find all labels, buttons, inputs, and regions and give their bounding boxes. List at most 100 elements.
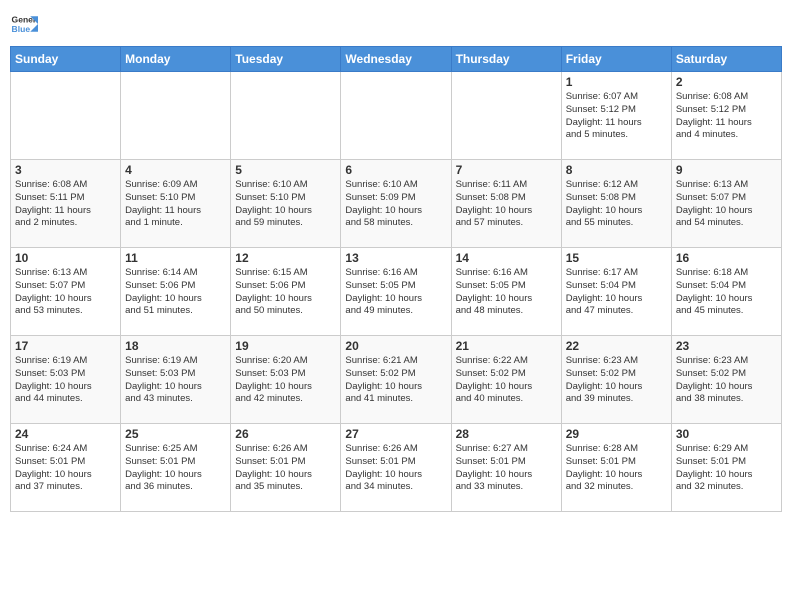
calendar-cell: 16 Sunrise: 6:18 AM Sunset: 5:04 PM Dayli… — [671, 248, 781, 336]
calendar-cell: 20 Sunrise: 6:21 AM Sunset: 5:02 PM Dayli… — [341, 336, 451, 424]
day-number: 18 — [125, 339, 226, 353]
calendar-table: SundayMondayTuesdayWednesdayThursdayFrid… — [10, 46, 782, 512]
day-info: Sunrise: 6:26 AM Sunset: 5:01 PM Dayligh… — [345, 443, 446, 494]
day-info: Sunrise: 6:14 AM Sunset: 5:06 PM Dayligh… — [125, 267, 226, 318]
day-number: 28 — [456, 427, 557, 441]
day-info: Sunrise: 6:28 AM Sunset: 5:01 PM Dayligh… — [566, 443, 667, 494]
day-info: Sunrise: 6:26 AM Sunset: 5:01 PM Dayligh… — [235, 443, 336, 494]
day-info: Sunrise: 6:16 AM Sunset: 5:05 PM Dayligh… — [456, 267, 557, 318]
calendar-cell: 4 Sunrise: 6:09 AM Sunset: 5:10 PM Daylig… — [121, 160, 231, 248]
day-info: Sunrise: 6:22 AM Sunset: 5:02 PM Dayligh… — [456, 355, 557, 406]
day-number: 16 — [676, 251, 777, 265]
day-number: 5 — [235, 163, 336, 177]
calendar-cell: 27 Sunrise: 6:26 AM Sunset: 5:01 PM Dayli… — [341, 424, 451, 512]
calendar-cell: 7 Sunrise: 6:11 AM Sunset: 5:08 PM Daylig… — [451, 160, 561, 248]
weekday-header-wednesday: Wednesday — [341, 47, 451, 72]
day-info: Sunrise: 6:08 AM Sunset: 5:12 PM Dayligh… — [676, 91, 777, 142]
day-info: Sunrise: 6:21 AM Sunset: 5:02 PM Dayligh… — [345, 355, 446, 406]
calendar-cell: 23Sunrise: 6:23 AM Sunset: 5:02 PM Dayli… — [671, 336, 781, 424]
calendar-body: 1 Sunrise: 6:07 AM Sunset: 5:12 PM Daylig… — [11, 72, 782, 512]
logo: General Blue — [10, 10, 38, 38]
weekday-header-thursday: Thursday — [451, 47, 561, 72]
day-number: 12 — [235, 251, 336, 265]
day-info: Sunrise: 6:12 AM Sunset: 5:08 PM Dayligh… — [566, 179, 667, 230]
day-info: Sunrise: 6:13 AM Sunset: 5:07 PM Dayligh… — [15, 267, 116, 318]
day-number: 4 — [125, 163, 226, 177]
calendar-cell: 30 Sunrise: 6:29 AM Sunset: 5:01 PM Dayli… — [671, 424, 781, 512]
day-number: 22 — [566, 339, 667, 353]
day-number: 20 — [345, 339, 446, 353]
calendar-week-1: 1 Sunrise: 6:07 AM Sunset: 5:12 PM Daylig… — [11, 72, 782, 160]
calendar-cell: 22 Sunrise: 6:23 AM Sunset: 5:02 PM Dayli… — [561, 336, 671, 424]
logo-icon: General Blue — [10, 10, 38, 38]
calendar-cell — [451, 72, 561, 160]
day-info: Sunrise: 6:27 AM Sunset: 5:01 PM Dayligh… — [456, 443, 557, 494]
day-number: 27 — [345, 427, 446, 441]
day-number: 9 — [676, 163, 777, 177]
calendar-cell: 28 Sunrise: 6:27 AM Sunset: 5:01 PM Dayli… — [451, 424, 561, 512]
weekday-header-saturday: Saturday — [671, 47, 781, 72]
day-number: 24 — [15, 427, 116, 441]
day-info: Sunrise: 6:18 AM Sunset: 5:04 PM Dayligh… — [676, 267, 777, 318]
day-info: Sunrise: 6:11 AM Sunset: 5:08 PM Dayligh… — [456, 179, 557, 230]
day-number: 29 — [566, 427, 667, 441]
weekday-header-tuesday: Tuesday — [231, 47, 341, 72]
weekday-header-row: SundayMondayTuesdayWednesdayThursdayFrid… — [11, 47, 782, 72]
calendar-cell: 13 Sunrise: 6:16 AM Sunset: 5:05 PM Dayli… — [341, 248, 451, 336]
day-number: 17 — [15, 339, 116, 353]
day-number: 10 — [15, 251, 116, 265]
calendar-week-2: 3 Sunrise: 6:08 AM Sunset: 5:11 PM Daylig… — [11, 160, 782, 248]
day-info: Sunrise: 6:08 AM Sunset: 5:11 PM Dayligh… — [15, 179, 116, 230]
calendar-cell: 21 Sunrise: 6:22 AM Sunset: 5:02 PM Dayli… — [451, 336, 561, 424]
calendar-cell: 18 Sunrise: 6:19 AM Sunset: 5:03 PM Dayli… — [121, 336, 231, 424]
calendar-header: SundayMondayTuesdayWednesdayThursdayFrid… — [11, 47, 782, 72]
calendar-cell: 17 Sunrise: 6:19 AM Sunset: 5:03 PM Dayli… — [11, 336, 121, 424]
calendar-cell: 9 Sunrise: 6:13 AM Sunset: 5:07 PM Daylig… — [671, 160, 781, 248]
calendar-cell: 10 Sunrise: 6:13 AM Sunset: 5:07 PM Dayli… — [11, 248, 121, 336]
day-info: Sunrise: 6:29 AM Sunset: 5:01 PM Dayligh… — [676, 443, 777, 494]
day-number: 15 — [566, 251, 667, 265]
day-info: Sunrise: 6:13 AM Sunset: 5:07 PM Dayligh… — [676, 179, 777, 230]
calendar-cell — [341, 72, 451, 160]
calendar-cell: 15 Sunrise: 6:17 AM Sunset: 5:04 PM Dayli… — [561, 248, 671, 336]
day-info: Sunrise: 6:19 AM Sunset: 5:03 PM Dayligh… — [15, 355, 116, 406]
day-info: Sunrise: 6:16 AM Sunset: 5:05 PM Dayligh… — [345, 267, 446, 318]
calendar-week-4: 17 Sunrise: 6:19 AM Sunset: 5:03 PM Dayli… — [11, 336, 782, 424]
day-number: 14 — [456, 251, 557, 265]
calendar-cell: 25Sunrise: 6:25 AM Sunset: 5:01 PM Dayli… — [121, 424, 231, 512]
day-number: 2 — [676, 75, 777, 89]
calendar-cell: 29 Sunrise: 6:28 AM Sunset: 5:01 PM Dayli… — [561, 424, 671, 512]
day-number: 13 — [345, 251, 446, 265]
calendar-cell: 11 Sunrise: 6:14 AM Sunset: 5:06 PM Dayli… — [121, 248, 231, 336]
day-number: 3 — [15, 163, 116, 177]
day-number: 6 — [345, 163, 446, 177]
day-number: 19 — [235, 339, 336, 353]
svg-text:Blue: Blue — [12, 24, 31, 34]
day-info: Sunrise: 6:24 AM Sunset: 5:01 PM Dayligh… — [15, 443, 116, 494]
day-info: Sunrise: 6:19 AM Sunset: 5:03 PM Dayligh… — [125, 355, 226, 406]
calendar-cell: 26Sunrise: 6:26 AM Sunset: 5:01 PM Dayli… — [231, 424, 341, 512]
calendar-cell: 12Sunrise: 6:15 AM Sunset: 5:06 PM Dayli… — [231, 248, 341, 336]
calendar-cell: 14 Sunrise: 6:16 AM Sunset: 5:05 PM Dayli… — [451, 248, 561, 336]
page-header: General Blue — [10, 10, 782, 38]
day-number: 11 — [125, 251, 226, 265]
day-number: 30 — [676, 427, 777, 441]
day-info: Sunrise: 6:07 AM Sunset: 5:12 PM Dayligh… — [566, 91, 667, 142]
day-info: Sunrise: 6:23 AM Sunset: 5:02 PM Dayligh… — [566, 355, 667, 406]
day-number: 21 — [456, 339, 557, 353]
calendar-cell: 2 Sunrise: 6:08 AM Sunset: 5:12 PM Daylig… — [671, 72, 781, 160]
day-info: Sunrise: 6:20 AM Sunset: 5:03 PM Dayligh… — [235, 355, 336, 406]
day-number: 8 — [566, 163, 667, 177]
calendar-cell — [11, 72, 121, 160]
weekday-header-friday: Friday — [561, 47, 671, 72]
day-info: Sunrise: 6:09 AM Sunset: 5:10 PM Dayligh… — [125, 179, 226, 230]
day-info: Sunrise: 6:17 AM Sunset: 5:04 PM Dayligh… — [566, 267, 667, 318]
calendar-week-5: 24 Sunrise: 6:24 AM Sunset: 5:01 PM Dayli… — [11, 424, 782, 512]
day-number: 1 — [566, 75, 667, 89]
calendar-cell: 5Sunrise: 6:10 AM Sunset: 5:10 PM Daylig… — [231, 160, 341, 248]
day-number: 7 — [456, 163, 557, 177]
calendar-cell: 8 Sunrise: 6:12 AM Sunset: 5:08 PM Daylig… — [561, 160, 671, 248]
calendar-cell: 6 Sunrise: 6:10 AM Sunset: 5:09 PM Daylig… — [341, 160, 451, 248]
day-info: Sunrise: 6:10 AM Sunset: 5:09 PM Dayligh… — [345, 179, 446, 230]
day-number: 25 — [125, 427, 226, 441]
